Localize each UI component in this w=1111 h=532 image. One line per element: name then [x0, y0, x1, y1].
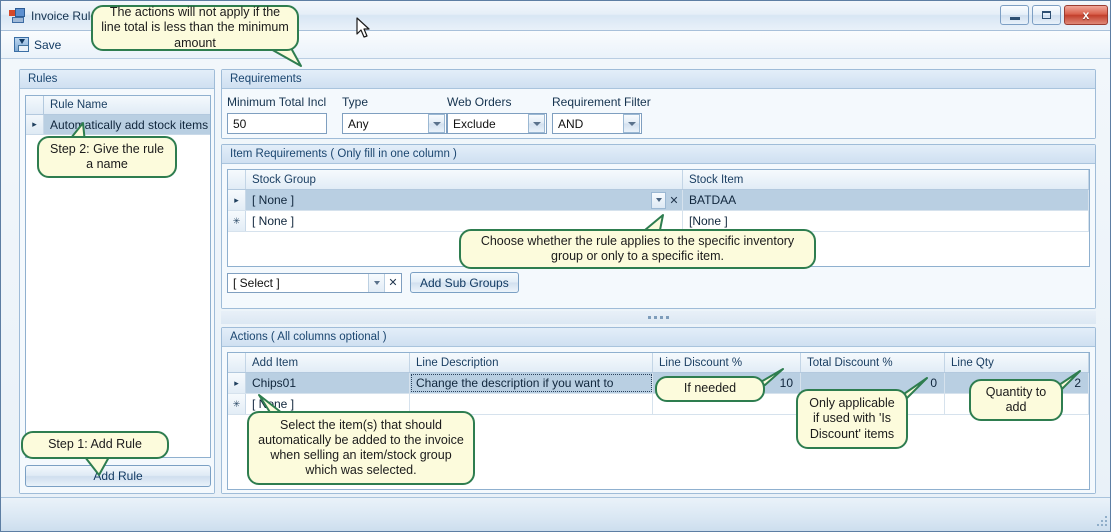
callout-stock-choice-text: Choose whether the rule applies to the s… [480, 233, 795, 263]
type-combobox[interactable]: Any [342, 113, 447, 134]
callout-is-discount-text: Only applicable if used with 'Is Discoun… [809, 396, 895, 441]
callout-step2-name: Step 2: Give the rule a name [37, 136, 177, 178]
actions-panel-title: Actions ( All columns optional ) [222, 328, 1095, 347]
sub-group-select-value: [ Select ] [233, 275, 280, 290]
new-row-indicator-icon: ✳ [228, 211, 246, 231]
label-requirement-filter: Requirement Filter [552, 95, 651, 109]
web-orders-combobox[interactable]: Exclude [447, 113, 547, 134]
line-description-cell[interactable]: Change the description if you want to [410, 373, 653, 393]
callout-if-needed: If needed [655, 376, 765, 402]
actions-grid-header: Add Item Line Description Line Discount … [228, 353, 1089, 373]
row-indicator-icon: ▸ [228, 190, 246, 210]
stock-group-value: [ None ] [252, 193, 295, 207]
requirements-panel: Requirements Minimum Total Incl 50 Type … [221, 69, 1096, 139]
clear-icon[interactable]: ✕ [384, 273, 401, 292]
stock-group-cell[interactable]: [ None ] [246, 211, 683, 231]
add-sub-groups-button[interactable]: Add Sub Groups [410, 272, 519, 293]
column-line-description[interactable]: Line Description [410, 353, 653, 372]
item-grid-header: Stock Group Stock Item [228, 170, 1089, 190]
close-button[interactable]: x [1064, 5, 1108, 25]
callout-quantity-to-add-text: Quantity to add [985, 384, 1047, 414]
label-web-orders: Web Orders [447, 95, 512, 109]
callout-stock-choice: Choose whether the rule applies to the s… [459, 229, 816, 269]
chevron-down-icon[interactable] [428, 114, 445, 133]
rules-panel-title: Rules [20, 70, 214, 89]
column-add-item[interactable]: Add Item [246, 353, 410, 372]
column-stock-group[interactable]: Stock Group [246, 170, 683, 189]
new-row-indicator-icon: ✳ [228, 394, 246, 414]
grid-corner [228, 353, 246, 372]
requirement-filter-combobox[interactable]: AND [552, 113, 642, 134]
grid-corner [228, 170, 246, 189]
field-web-orders: Web Orders Exclude [447, 95, 557, 134]
field-requirement-filter: Requirement Filter AND [552, 95, 672, 134]
save-icon [14, 37, 29, 52]
minimize-button[interactable] [1000, 5, 1029, 25]
callout-select-items-text: Select the item(s) that should automatic… [258, 417, 464, 478]
window-controls: x [1000, 5, 1108, 25]
row-indicator-icon: ▸ [26, 115, 44, 134]
field-type: Type Any [342, 95, 452, 134]
requirements-panel-title: Requirements [222, 70, 1095, 89]
callout-quantity-to-add: Quantity to add [969, 379, 1063, 421]
save-button-label: Save [34, 37, 62, 52]
requirement-filter-value: AND [558, 116, 584, 131]
column-total-discount[interactable]: Total Discount % [801, 353, 945, 372]
item-requirements-row[interactable]: ▸ [ None ] ✕ BATDAA [228, 190, 1089, 211]
window-title: Invoice Rule [31, 8, 98, 23]
invoice-rule-window: Invoice Rule x Save Rules Rule Name ▸ Au… [0, 0, 1111, 532]
item-requirements-title: Item Requirements ( Only fill in one col… [222, 145, 1095, 164]
stock-group-cell[interactable]: [ None ] ✕ [246, 190, 683, 210]
column-stock-item[interactable]: Stock Item [683, 170, 1089, 189]
status-bar [1, 497, 1110, 531]
chevron-down-icon[interactable] [651, 191, 666, 209]
row-indicator-icon: ▸ [228, 373, 246, 393]
web-orders-value: Exclude [453, 116, 496, 131]
mouse-cursor [356, 17, 370, 38]
callout-is-discount: Only applicable if used with 'Is Discoun… [796, 389, 908, 449]
stock-group-cell-controls: ✕ [651, 191, 682, 209]
splitter-grip-icon [648, 316, 669, 319]
label-minimum-total-incl: Minimum Total Incl [227, 95, 327, 109]
sub-group-select-combobox[interactable]: [ Select ] ✕ [227, 272, 402, 293]
callout-minimum-amount-text: The actions will not apply if the line t… [101, 5, 289, 50]
rules-grid-header: Rule Name [26, 96, 210, 115]
clear-icon[interactable]: ✕ [666, 192, 682, 209]
stock-item-cell[interactable]: [None ] [683, 211, 1089, 231]
minimum-total-incl-input[interactable]: 50 [227, 113, 327, 134]
application-icon [9, 7, 25, 24]
panel-splitter[interactable] [221, 311, 1096, 324]
callout-step1-add-rule: Step 1: Add Rule [21, 431, 169, 459]
rules-grid-row[interactable]: ▸ Automatically add stock items [26, 115, 210, 135]
resize-grip-icon[interactable] [1095, 514, 1109, 528]
save-button[interactable]: Save [7, 34, 68, 55]
close-icon: x [1082, 8, 1090, 22]
main-content: Rules Rule Name ▸ Automatically add stoc… [1, 59, 1110, 499]
callout-step1-add-rule-text: Step 1: Add Rule [48, 437, 142, 452]
callout-step2-name-text: Step 2: Give the rule a name [50, 141, 164, 171]
type-value: Any [348, 116, 369, 131]
field-minimum-total-incl: Minimum Total Incl 50 [227, 95, 337, 134]
callout-select-items: Select the item(s) that should automatic… [247, 411, 475, 485]
maximize-button[interactable] [1032, 5, 1061, 25]
chevron-down-icon[interactable] [368, 273, 384, 292]
add-item-cell[interactable]: Chips01 [246, 373, 410, 393]
callout-minimum-amount: The actions will not apply if the line t… [91, 5, 299, 51]
callout-if-needed-text: If needed [683, 381, 737, 396]
label-type: Type [342, 95, 369, 109]
add-rule-button[interactable]: Add Rule [25, 465, 211, 487]
rules-column-rule-name: Rule Name [50, 99, 108, 111]
chevron-down-icon[interactable] [528, 114, 545, 133]
rules-grid-corner [26, 96, 44, 114]
chevron-down-icon[interactable] [623, 114, 640, 133]
stock-item-cell[interactable]: BATDAA [683, 190, 1089, 210]
sub-groups-row: [ Select ] ✕ Add Sub Groups [227, 272, 519, 293]
